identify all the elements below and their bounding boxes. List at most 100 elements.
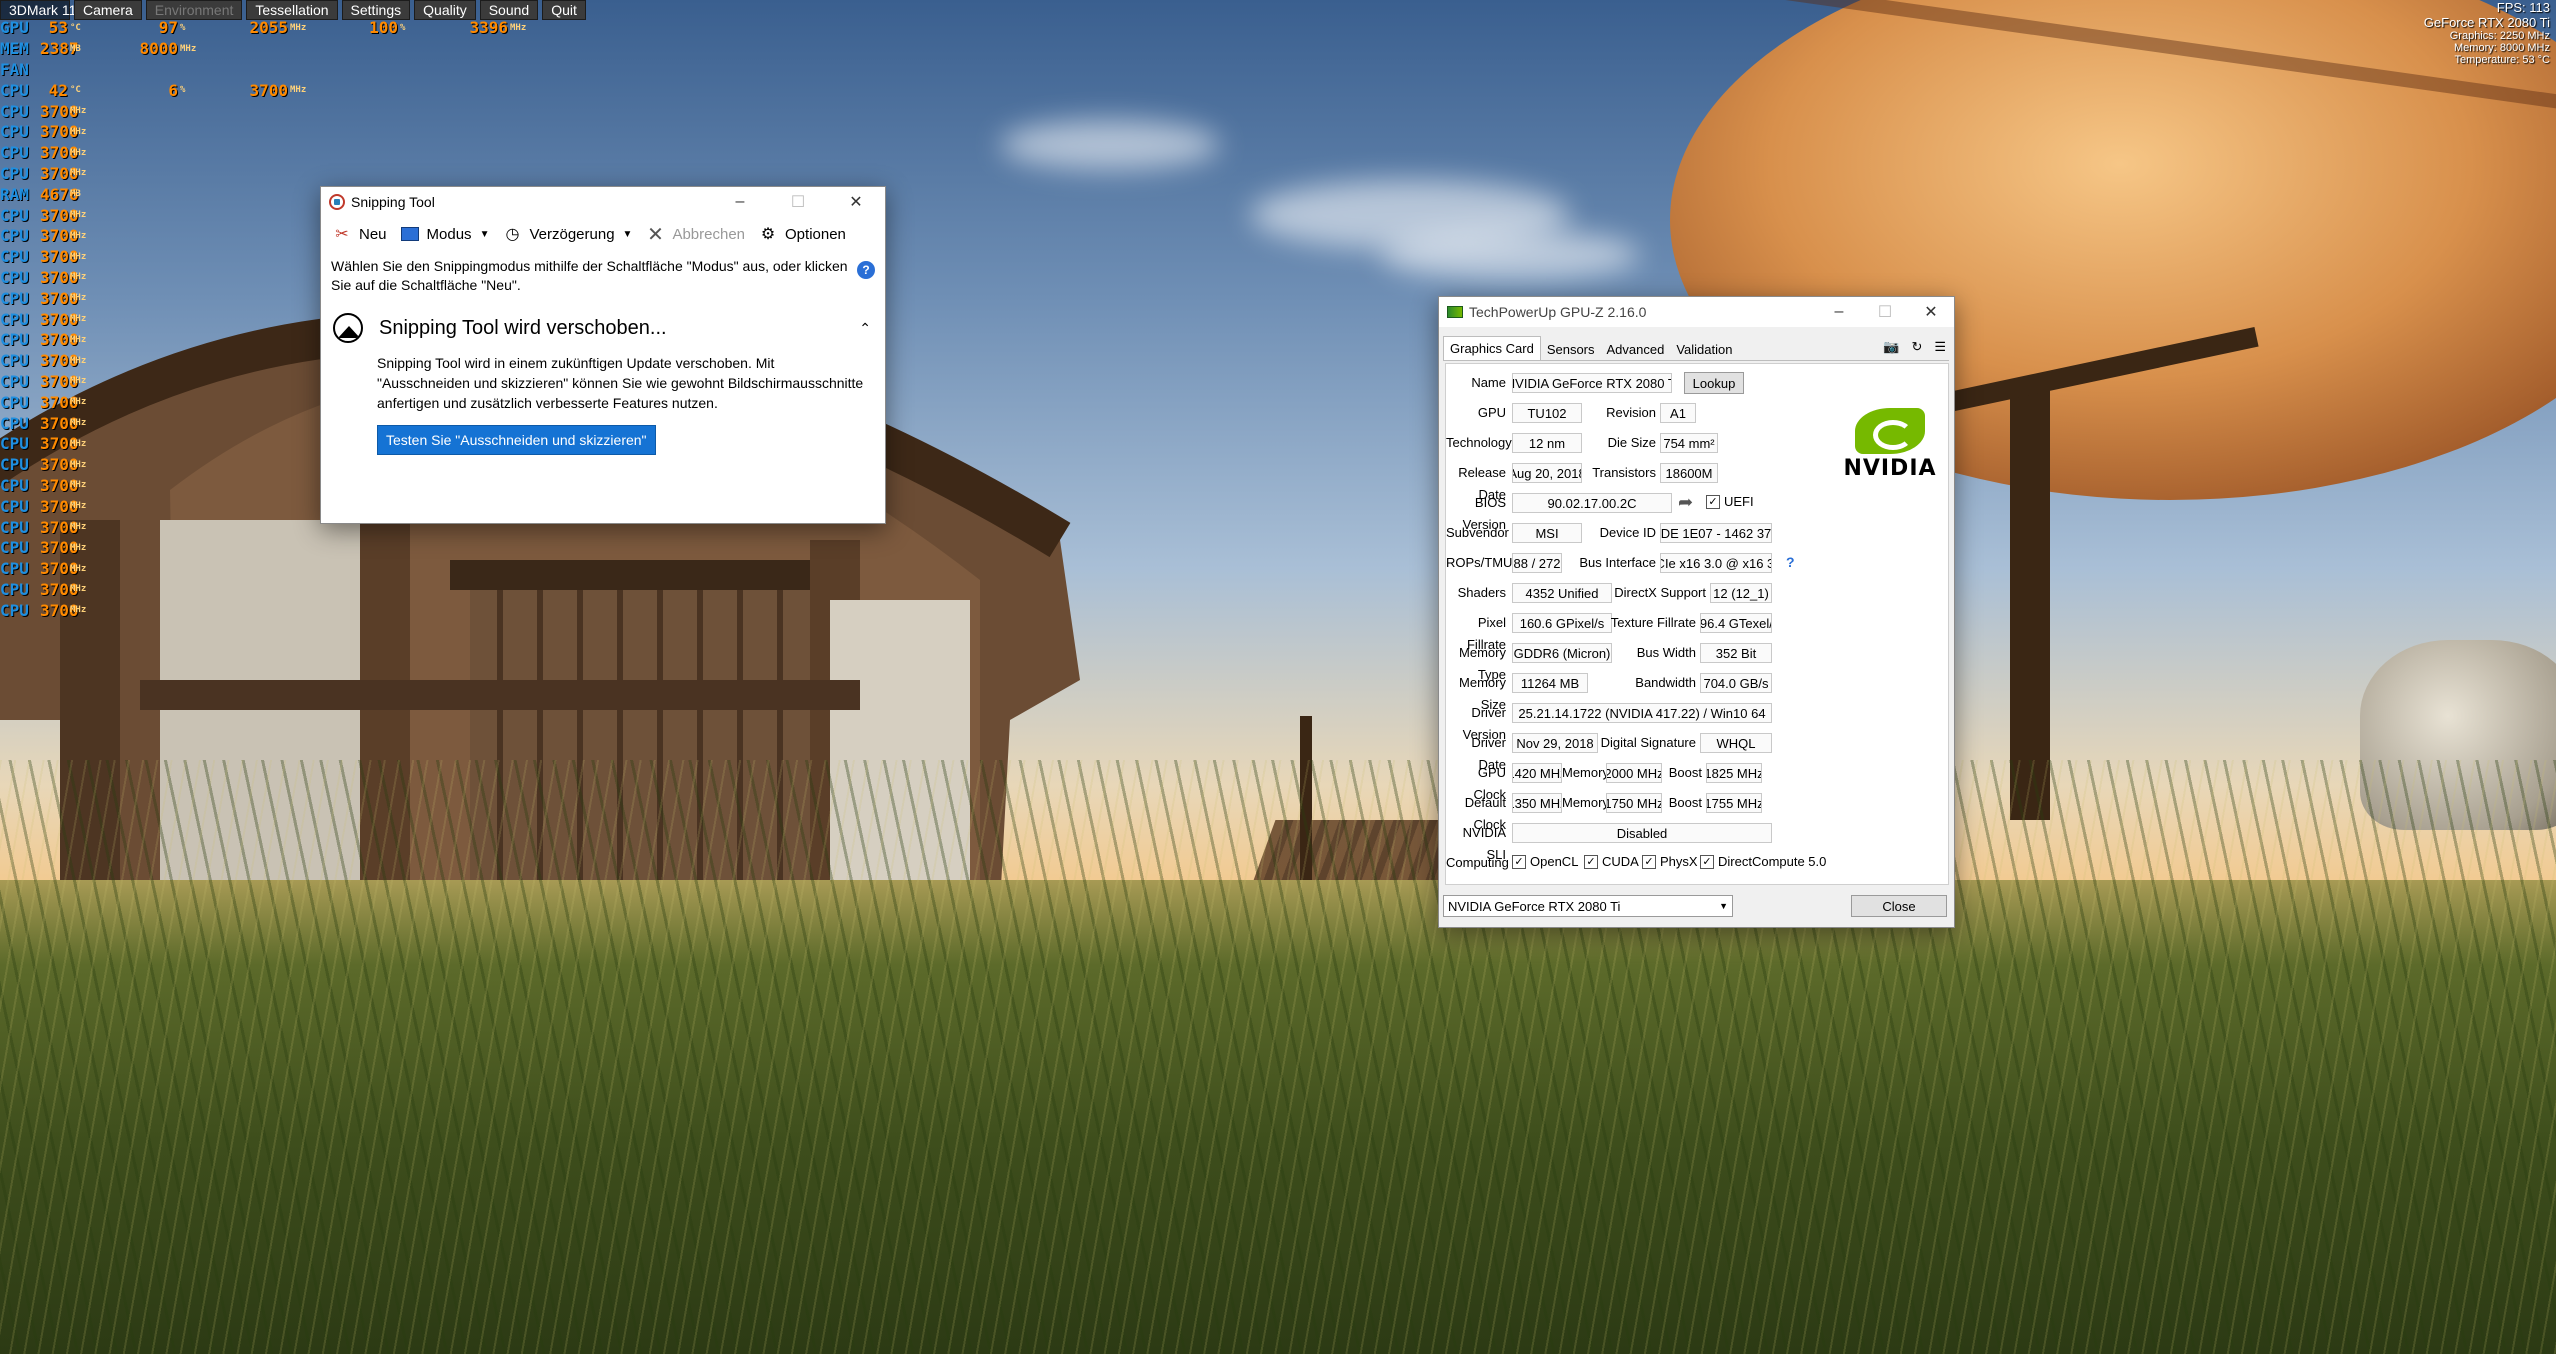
bus-interface-value: PCIe x16 3.0 @ x16 3.0 [1660,553,1772,573]
cancel-label: Abbrechen [672,225,746,243]
osd-value: 3700 [40,330,79,350]
settings-button[interactable]: Settings [341,0,411,20]
technology-label: Technology [1446,435,1512,450]
transistors-value: 18600M [1660,463,1718,483]
row-fillrate: Pixel Fillrate 160.6 GPixel/s Texture Fi… [1446,612,1948,652]
new-snip-label: Neu [359,225,387,243]
osd-unit: MHz [70,334,87,345]
cuda-checkbox[interactable]: ✓ CUDA [1584,854,1639,869]
environment-button[interactable]: Environment [145,0,243,20]
row-memory-type: Memory Type GDDR6 (Micron) Bus Width 352… [1446,642,1948,682]
snip-titlebar[interactable]: Snipping Tool – ☐ ✕ [321,187,885,217]
cancel-button[interactable]: ✕ Abbrechen [638,219,751,249]
osd-row-label: CPU [0,517,29,537]
row-computing: Computing ✓ OpenCL ✓ CUDA ✓ PhysX ✓ Dire… [1446,852,1948,874]
gpu-label: GPU [1477,405,1506,420]
tab-validation[interactable]: Validation [1670,338,1738,360]
osd-unit: MHz [70,230,87,241]
try-snip-sketch-button[interactable]: Testen Sie "Ausschneiden und skizzieren" [377,425,656,455]
technology-value: 12 nm [1512,433,1582,453]
menu-icon[interactable]: ☰ [1934,339,1946,355]
osd-unit: MHz [70,251,87,262]
snip-toolbar: ✂ Neu Modus ▼ ◷ Verzögerung ▼ ✕ Abbreche… [321,217,885,251]
camera-icon[interactable]: 📷 [1883,339,1899,355]
memory-clock-value: 2000 MHz [1606,763,1662,783]
minimize-button[interactable]: – [711,187,769,217]
check-icon: ✓ [1700,854,1714,869]
share-icon[interactable]: ➦ [1678,492,1693,513]
gpuz-window: TechPowerUp GPU-Z 2.16.0 – ☐ ✕ Graphics … [1438,296,1955,928]
uefi-checkbox[interactable]: ✓ UEFI [1706,494,1754,509]
camera-button[interactable]: Camera [74,0,142,20]
maximize-button[interactable]: ☐ [1862,297,1908,327]
row-shaders: Shaders 4352 Unified DirectX Support 12 … [1446,582,1948,604]
osd-unit: % [400,22,406,33]
directx-value: 12 (12_1) [1710,583,1772,603]
chevron-up-icon[interactable]: ⌃ [859,320,871,337]
osd-row-label: CPU [0,371,29,391]
close-button[interactable]: ✕ [827,187,885,217]
gpu-clock-value: 1420 MHz [1512,763,1562,783]
osd-unit: MHz [70,459,87,470]
osd-unit: MHz [70,376,87,387]
help-icon[interactable]: ? [1786,554,1795,570]
osd-row-label: CPU [0,579,29,599]
texture-fillrate-label: Texture Fillrate [1610,615,1696,630]
minimize-button[interactable]: – [1816,297,1862,327]
close-button[interactable]: ✕ [1908,297,1954,327]
grass-blades [0,760,2556,1354]
options-button[interactable]: ⚙ Optionen [751,219,852,249]
gpu-select-dropdown[interactable]: NVIDIA GeForce RTX 2080 Ti ▼ [1443,895,1733,917]
gpuz-titlebar[interactable]: TechPowerUp GPU-Z 2.16.0 – ☐ ✕ [1439,297,1954,327]
bandwidth-label: Bandwidth [1635,675,1696,690]
osd-value: 3700 [40,496,79,516]
sound-button[interactable]: Sound [479,0,539,20]
chevron-down-icon: ▼ [1719,901,1728,911]
osd-row-label: CPU [0,475,29,495]
osd-unit: MB [70,43,81,54]
osd-unit: MHz [70,293,87,304]
lookup-button[interactable]: Lookup [1684,372,1744,394]
tab-graphics-card[interactable]: Graphics Card [1443,336,1541,360]
osd-row-label: CPU [0,309,29,329]
digital-signature-value: WHQL [1700,733,1772,753]
shaders-label: Shaders [1457,585,1506,600]
close-button[interactable]: Close [1851,895,1947,917]
maximize-button[interactable]: ☐ [769,187,827,217]
row-driver-version: Driver Version 25.21.14.1722 (NVIDIA 417… [1446,702,1948,742]
mode-button[interactable]: Modus ▼ [393,219,496,249]
new-snip-button[interactable]: ✂ Neu [325,219,393,249]
tessellation-button[interactable]: Tessellation [246,0,338,20]
temperature-readout: Temperature: 53 °C [2454,54,2551,66]
osd-value: 3700 [40,434,79,454]
delay-button[interactable]: ◷ Verzögerung ▼ [495,219,638,249]
die-size-label: Die Size [1607,435,1656,450]
die-size-value: 754 mm² [1660,433,1718,453]
default-boost-value: 1755 MHz [1706,793,1762,813]
osd-row: CPU 3700 MHz [0,143,548,164]
osd-row-label: CPU [0,600,29,620]
physx-checkbox[interactable]: ✓ PhysX [1642,854,1698,869]
tab-advanced[interactable]: Advanced [1601,338,1671,360]
boost-clock-value: 1825 MHz [1706,763,1762,783]
directcompute-checkbox[interactable]: ✓ DirectCompute 5.0 [1700,854,1826,869]
opencl-checkbox[interactable]: ✓ OpenCL [1512,854,1578,869]
osd-value: 8000 [139,39,178,59]
row-subvendor: Subvendor MSI Device ID 10DE 1E07 - 1462… [1446,522,1948,544]
osd-value: 2055 [249,18,288,38]
chevron-down-icon: ▼ [479,228,490,240]
quality-button[interactable]: Quality [414,0,476,20]
refresh-icon[interactable]: ↻ [1911,339,1922,355]
help-icon[interactable]: ? [857,261,875,279]
tab-sensors[interactable]: Sensors [1541,338,1601,360]
bus-width-value: 352 Bit [1700,643,1772,663]
osd-unit: MHz [70,501,87,512]
osd-unit: MHz [290,22,307,33]
directcompute-label: DirectCompute 5.0 [1718,854,1827,869]
revision-value: A1 [1660,403,1696,423]
osd-unit: MHz [70,147,87,158]
name-value: NVIDIA GeForce RTX 2080 Ti [1512,373,1672,393]
quit-button[interactable]: Quit [542,0,586,20]
default-memory-label: Memory [1562,795,1609,810]
fps-readout: FPS: 113 [2496,0,2550,15]
